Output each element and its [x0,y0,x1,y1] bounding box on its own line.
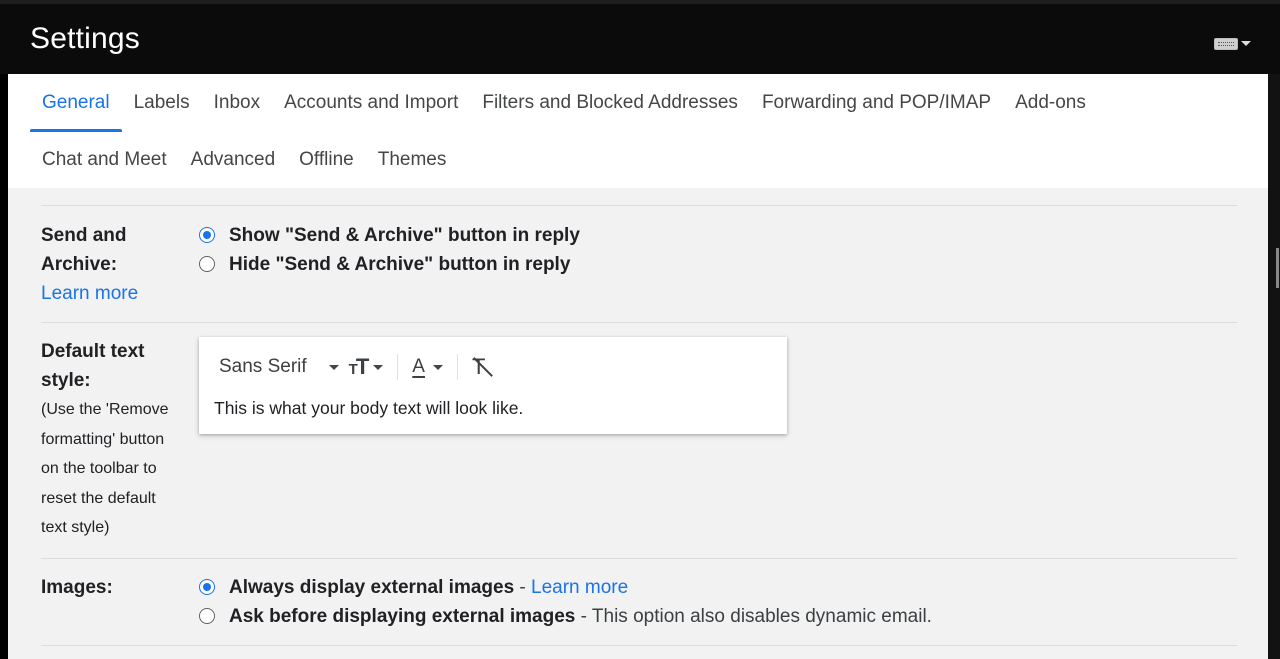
help-line: formatting' button [41,430,165,448]
images-label: Images: [41,577,113,598]
help-line: text style) [41,519,110,536]
images-ask-note: - This option also disables dynamic emai… [575,606,932,627]
images-always-option[interactable]: Always display external images - Learn m… [199,573,628,602]
tab-inbox[interactable]: Inbox [202,74,272,132]
tab-forwarding-and-pop-imap[interactable]: Forwarding and POP/IMAP [750,74,1003,132]
send-archive-show-option[interactable]: Show "Send & Archive" button in reply [199,221,580,250]
tab-row-2: Chat and Meet Advanced Offline Themes [30,132,458,188]
send-archive-show-radio[interactable] [199,227,215,243]
tab-add-ons[interactable]: Add-ons [1003,74,1098,132]
tab-labels[interactable]: Labels [122,74,202,132]
settings-tabs: General Labels Inbox Accounts and Import… [8,74,1268,188]
images-learn-more-link[interactable]: Learn more [531,577,628,598]
send-archive-learn-more-link[interactable]: Learn more [41,279,138,308]
divider [41,558,1237,559]
text-size-icon[interactable]: TT [349,354,370,380]
help-line: on the toolbar to [41,460,157,477]
help-line: (Use the 'Remove [41,401,169,418]
tab-chat-and-meet[interactable]: Chat and Meet [30,132,179,188]
text-color-icon[interactable]: A [412,356,425,378]
text-style-help: (Use the 'Remove formatting' button on t… [41,395,196,543]
images-ask-label: Ask before displaying external images [229,606,576,627]
toolbar-separator [456,354,458,380]
format-toolbar: Sans Serif TT A T [219,352,485,382]
chevron-down-icon[interactable] [1241,41,1251,46]
help-line: reset the default [41,489,156,507]
tab-themes[interactable]: Themes [366,132,459,188]
remove-formatting-icon[interactable]: T [472,354,485,380]
chevron-down-icon[interactable] [328,364,339,370]
scrollbar-thumb[interactable] [1276,248,1279,288]
keyboard-icon[interactable] [1214,38,1238,50]
send-archive-show-label: Show "Send & Archive" button in reply [229,225,580,246]
divider [41,645,1237,646]
images-ask-radio[interactable] [199,608,215,624]
images-always-radio[interactable] [199,579,215,595]
tab-accounts-and-import[interactable]: Accounts and Import [272,74,470,132]
text-style-label-line2: style: [41,370,91,391]
tab-advanced[interactable]: Advanced [179,132,288,188]
settings-panel: General Labels Inbox Accounts and Import… [8,74,1268,659]
send-archive-label-line1: Send and [41,225,127,246]
images-ask-option[interactable]: Ask before displaying external images - … [199,602,932,631]
font-select[interactable]: Sans Serif [219,356,307,378]
chevron-down-icon[interactable] [432,364,443,370]
toolbar-separator [397,354,399,380]
images-always-label: Always display external images [229,577,515,598]
scrollbar-track [1268,74,1280,659]
send-archive-hide-radio[interactable] [199,256,215,272]
divider [41,322,1237,323]
text-style-label-line1: Default text [41,341,145,362]
send-archive-label-line2: Archive: [41,254,118,275]
page-title: Settings [30,22,140,55]
send-archive-label: Send and Archive: Learn more [41,221,138,308]
text-style-editor: Sans Serif TT A T This is what your body… [199,337,787,434]
text-style-label: Default text style: [41,337,144,395]
sample-text: This is what your body text will look li… [214,398,524,418]
divider [41,205,1237,206]
send-archive-hide-label: Hide "Send & Archive" button in reply [229,254,571,275]
tab-offline[interactable]: Offline [287,132,366,188]
app-header: Settings [0,0,1280,74]
tab-row-1: General Labels Inbox Accounts and Import… [30,74,1098,132]
tab-filters-and-blocked-addresses[interactable]: Filters and Blocked Addresses [470,74,750,132]
separator-text: - [514,577,532,598]
tab-general[interactable]: General [30,74,122,132]
chevron-down-icon[interactable] [373,364,384,370]
send-archive-hide-option[interactable]: Hide "Send & Archive" button in reply [199,250,570,279]
